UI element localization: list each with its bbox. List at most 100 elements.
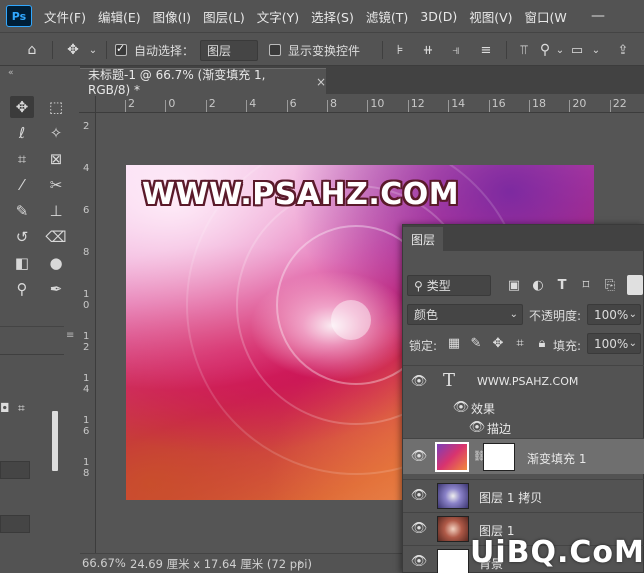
collapse-toolbar-icon[interactable]: « (8, 68, 14, 78)
workspace-icon[interactable]: ▭ (566, 40, 588, 60)
minimize-icon[interactable]: — (578, 0, 618, 32)
auto-select-checkbox[interactable] (114, 40, 128, 60)
opacity-field[interactable]: 100% ⌄ (587, 304, 641, 325)
layer-row-text[interactable]: 👁︎ T WWW.PSAHZ.COM (403, 365, 644, 397)
eye-icon[interactable]: 👁︎ (411, 521, 428, 536)
search-chevron-icon[interactable]: ⌄ (554, 40, 566, 60)
eraser-tool-icon[interactable]: ⌫ (44, 226, 68, 248)
dodge-tool-icon[interactable]: ⚲ (10, 278, 34, 300)
magic-wand-icon[interactable]: ✧ (44, 122, 68, 144)
layer-row-copy[interactable]: 👁︎ 图层 1 拷贝 (403, 479, 644, 511)
menu-type[interactable]: 文字(Y) (251, 7, 305, 26)
menu-3d[interactable]: 3D(D) (414, 9, 463, 24)
menu-file[interactable]: 文件(F) (38, 7, 92, 26)
align-top-icon[interactable]: ⫪ (514, 40, 534, 60)
share-icon[interactable]: ⇪ (612, 40, 634, 60)
layer-thumbnail[interactable] (437, 483, 469, 509)
shape-filter-icon[interactable]: ⌑ (577, 276, 595, 294)
frame-icon[interactable]: ⌗ (18, 401, 32, 415)
document-tab[interactable]: 未标题-1 @ 66.7% (渐变填充 1, RGB/8) * × (80, 68, 326, 97)
chevron-down-icon[interactable]: ⌄ (86, 40, 100, 60)
eye-icon[interactable]: 👁︎ (411, 449, 428, 464)
adjustment-filter-icon[interactable]: ◐ (529, 276, 547, 294)
artboard-icon[interactable]: ◘ (0, 401, 12, 415)
menu-view[interactable]: 视图(V) (463, 7, 518, 26)
distribute-icon[interactable]: ≡ (476, 40, 496, 60)
tab-layers[interactable]: 图层 (403, 227, 443, 251)
eye-icon[interactable]: 👁︎ (453, 400, 470, 415)
layer-name[interactable]: 图层 1 拷贝 (479, 489, 542, 506)
layer-thumbnail[interactable] (437, 549, 469, 573)
lasso-tool-icon[interactable]: ℓ (10, 122, 34, 144)
eye-icon[interactable]: 👁︎ (411, 374, 428, 389)
zoom-level[interactable]: 66.67% (82, 556, 126, 570)
menu-edit[interactable]: 编辑(E) (92, 7, 147, 26)
crop-tool-icon[interactable]: ⌗ (10, 148, 34, 170)
layer-effects-row[interactable]: 👁︎ 效果 (403, 397, 644, 417)
menu-image[interactable]: 图像(I) (147, 7, 197, 26)
workspace-chevron-icon[interactable]: ⌄ (590, 40, 602, 60)
blend-mode-dropdown[interactable]: 颜色 ⌄ (407, 304, 523, 325)
auto-select-target-dropdown[interactable]: 图层 (200, 40, 258, 61)
photoshop-logo: Ps (6, 5, 32, 27)
search-icon[interactable]: ⚲ (536, 40, 554, 60)
gradient-tool-icon[interactable]: ◧ (10, 252, 34, 274)
lock-artboard-icon[interactable]: ⌗ (511, 334, 529, 352)
left-panel-field-1[interactable] (0, 461, 30, 479)
panel-menu-icon[interactable]: ≡ (66, 330, 78, 341)
status-menu-icon[interactable]: › (298, 555, 303, 569)
opacity-label: 不透明度: (529, 309, 582, 323)
blur-tool-icon[interactable]: ● (44, 252, 68, 274)
brush-tool-icon[interactable]: ✎ (10, 200, 34, 222)
lock-pixels-icon[interactable]: ✎ (467, 334, 485, 352)
vertical-ruler[interactable]: 2 4 6 8 1 0 1 2 1 4 1 6 1 8 (79, 113, 96, 553)
text-layer-icon: T (443, 370, 456, 391)
show-transform-checkbox[interactable] (268, 40, 282, 60)
pixel-filter-icon[interactable]: ▣ (505, 276, 523, 294)
layer-name[interactable]: 渐变填充 1 (527, 450, 586, 467)
align-center-icon[interactable]: ⧺ (418, 40, 438, 60)
layer-filter-dropdown[interactable]: ⚲ 类型 (407, 275, 491, 296)
filter-toggle[interactable] (627, 275, 643, 295)
lock-position-icon[interactable]: ✥ (489, 334, 507, 352)
gradient-layer-thumbnail[interactable] (435, 442, 469, 472)
layer-thumbnail[interactable] (437, 516, 469, 542)
horizontal-ruler[interactable]: 2024681012141618202224 (96, 96, 644, 113)
close-icon[interactable]: × (316, 75, 326, 89)
menu-window[interactable]: 窗口(W (519, 7, 573, 26)
pen-tool-icon[interactable]: ✒ (44, 278, 68, 300)
layer-mask-thumbnail[interactable] (483, 443, 515, 471)
frame-tool-icon[interactable]: ⊠ (44, 148, 68, 170)
home-icon[interactable]: ⌂ (20, 40, 44, 60)
layer-effect-stroke-row[interactable]: 👁︎ 描边 (403, 417, 644, 437)
lock-transparency-icon[interactable]: ▦ (445, 334, 463, 352)
eyedropper-icon[interactable]: ⁄ (10, 174, 34, 196)
layer-name[interactable]: WWW.PSAHZ.COM (477, 375, 578, 388)
lock-all-icon[interactable]: 🔒︎ (533, 334, 551, 352)
stamp-tool-icon[interactable]: ⊥ (44, 200, 68, 222)
history-brush-icon[interactable]: ↺ (10, 226, 34, 248)
eye-icon[interactable]: 👁︎ (469, 420, 486, 435)
align-left-icon[interactable]: ⊧ (390, 40, 410, 60)
left-panel-field-2[interactable] (0, 515, 30, 533)
move-tool-icon[interactable]: ✥ (10, 96, 34, 118)
left-panel-scrollbar[interactable] (52, 411, 58, 471)
menu-filter[interactable]: 滤镜(T) (360, 7, 414, 26)
align-right-icon[interactable]: ⫣ (446, 40, 466, 60)
fill-field[interactable]: 100% ⌄ (587, 333, 641, 354)
ruler-tick (327, 100, 328, 112)
smart-object-filter-icon[interactable]: ⎘ (601, 276, 619, 294)
chevron-down-icon: ⌄ (628, 338, 637, 349)
healing-brush-icon[interactable]: ✂ (44, 174, 68, 196)
marquee-tool-icon[interactable]: ⬚ (44, 96, 68, 118)
eye-icon[interactable]: 👁︎ (411, 488, 428, 503)
eye-icon[interactable]: 👁︎ (411, 554, 428, 569)
menu-select[interactable]: 选择(S) (305, 7, 360, 26)
ruler-tick-label: 0 (168, 97, 176, 110)
type-filter-icon[interactable]: T (553, 276, 571, 294)
show-transform-label: 显示变换控件 (287, 43, 360, 58)
link-icon[interactable]: ⛓ (473, 451, 486, 463)
move-tool-icon[interactable]: ✥ (62, 40, 84, 60)
layer-row-gradient[interactable]: 👁︎ ⛓ 渐变填充 1 (403, 438, 644, 474)
menu-layer[interactable]: 图层(L) (197, 7, 251, 26)
